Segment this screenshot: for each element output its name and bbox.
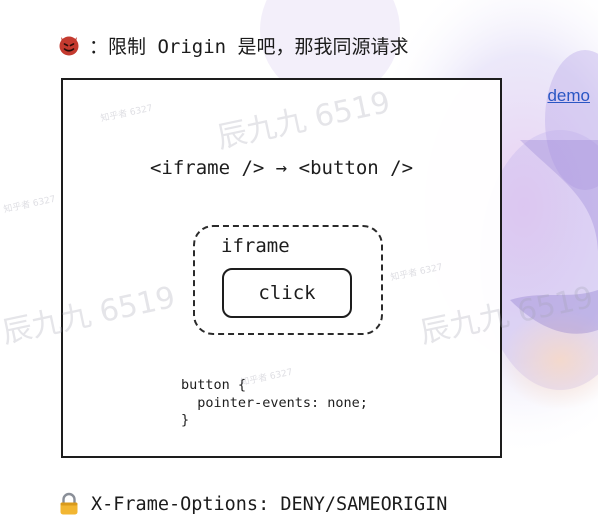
iframe-label: iframe (221, 235, 290, 257)
devil-face-icon (59, 36, 79, 56)
footer-row: X-Frame-Options: DENY/SAMEORIGIN (57, 489, 447, 519)
code-line: } (181, 412, 190, 428)
click-button[interactable]: click (222, 268, 352, 318)
iframe-dashed-box: iframe click (193, 225, 383, 335)
diagram-frame: <iframe /> → <button /> iframe click but… (61, 78, 502, 458)
demo-link[interactable]: demo (547, 86, 590, 106)
header-text: ：限制 Origin 是吧，那我同源请求 (89, 35, 409, 58)
header-row: ：限制 Origin 是吧，那我同源请求 (57, 31, 409, 59)
code-line: pointer-events: none; (181, 394, 368, 411)
code-line: button { (181, 377, 247, 393)
diagram-heading: <iframe /> → <button /> (149, 157, 414, 179)
locked-padlock-icon (60, 492, 78, 515)
code-snippet: button { pointer-events: none; } (181, 377, 368, 430)
footer-text: X-Frame-Options: DENY/SAMEORIGIN (91, 493, 448, 515)
